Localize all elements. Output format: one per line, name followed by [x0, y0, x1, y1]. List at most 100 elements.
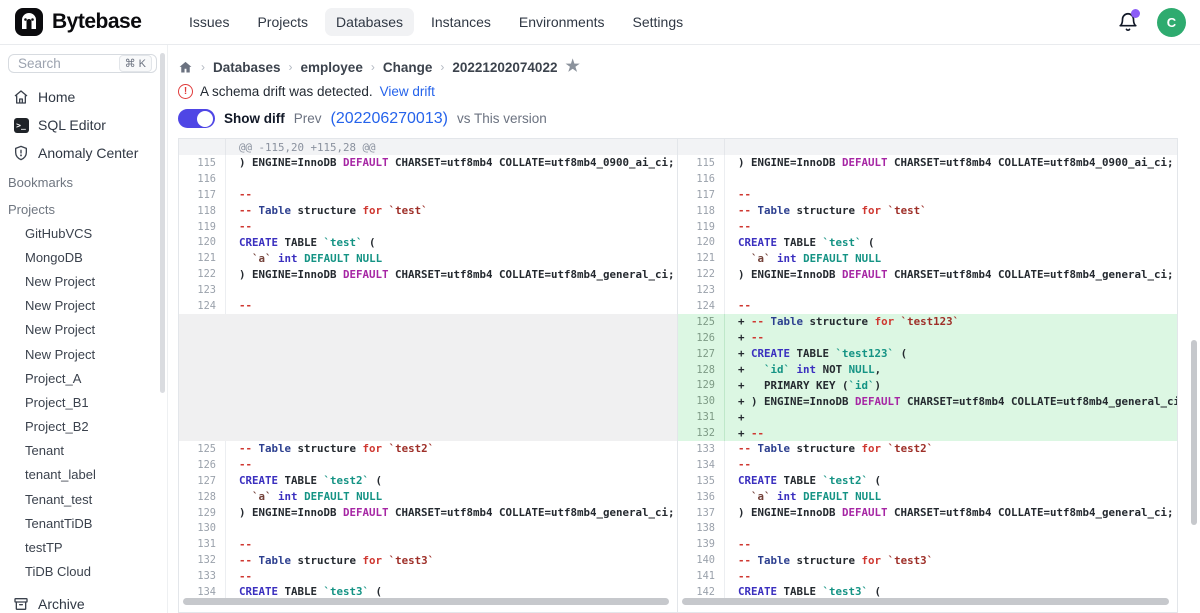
- line-number: 116: [179, 173, 225, 185]
- diff-code-row: 133-- Table structure for `test2`: [678, 441, 1177, 457]
- sidebar-project-item[interactable]: Project_B1: [0, 390, 167, 414]
- line-number: 123: [678, 284, 724, 296]
- search-kbd-shortcut: ⌘ K: [119, 55, 152, 72]
- code-line: ) ENGINE=InnoDB DEFAULT CHARSET=utf8mb4 …: [225, 505, 677, 521]
- code-line: --: [225, 219, 677, 235]
- topnav-item-projects[interactable]: Projects: [246, 8, 319, 36]
- line-number: 132: [179, 554, 225, 566]
- notification-bell-icon[interactable]: [1117, 11, 1139, 33]
- code-line: [225, 171, 677, 187]
- code-line: `a` int DEFAULT NULL: [225, 489, 677, 505]
- line-number: 116: [678, 173, 724, 185]
- sidebar-section-bookmarks[interactable]: Bookmarks: [0, 167, 167, 194]
- bookmark-star-icon[interactable]: ★: [565, 59, 579, 75]
- line-number: 136: [678, 491, 724, 503]
- line-number: 140: [678, 554, 724, 566]
- diff-code-row: 123: [179, 282, 677, 298]
- sidebar-section-projects[interactable]: Projects: [0, 194, 167, 221]
- code-line: + -- Table structure for `test123`: [724, 314, 1177, 330]
- line-number: 119: [678, 221, 724, 233]
- diff-code-row: 115) ENGINE=InnoDB DEFAULT CHARSET=utf8m…: [678, 155, 1177, 171]
- sidebar-project-item[interactable]: New Project: [0, 294, 167, 318]
- archive-icon: [13, 596, 29, 612]
- line-number: 129: [678, 379, 724, 391]
- diff-hunk-row: [678, 139, 1177, 155]
- sidebar-project-item[interactable]: TiDB Cloud: [0, 560, 167, 584]
- code-line: + --: [724, 425, 1177, 441]
- view-drift-link[interactable]: View drift: [380, 84, 435, 99]
- topnav-item-environments[interactable]: Environments: [508, 8, 616, 36]
- diff-code-row: 119--: [179, 219, 677, 235]
- line-number: 118: [179, 205, 225, 217]
- diff-code-row: 117--: [179, 187, 677, 203]
- sidebar-project-item[interactable]: Project_A: [0, 366, 167, 390]
- diff-code-row: 129+ PRIMARY KEY (`id`): [678, 377, 1177, 393]
- code-line: +: [724, 409, 1177, 425]
- sidebar-scrollbar[interactable]: [160, 53, 165, 393]
- line-number: 131: [179, 538, 225, 550]
- top-navigation-bar: Bytebase IssuesProjectsDatabasesInstance…: [0, 0, 1200, 45]
- sidebar-project-item[interactable]: TenantTiDB: [0, 511, 167, 535]
- topnav-item-settings[interactable]: Settings: [622, 8, 695, 36]
- line-number: 122: [179, 268, 225, 280]
- sidebar-project-item[interactable]: New Project: [0, 342, 167, 366]
- diff-code-row: 122) ENGINE=InnoDB DEFAULT CHARSET=utf8m…: [678, 266, 1177, 282]
- breadcrumb-item-change[interactable]: Change: [383, 60, 433, 75]
- code-line: [179, 425, 677, 441]
- bytebase-app: Bytebase IssuesProjectsDatabasesInstance…: [0, 0, 1200, 613]
- sidebar-project-item[interactable]: GitHubVCS: [0, 221, 167, 245]
- code-line: -- Table structure for `test3`: [724, 552, 1177, 568]
- topnav-item-instances[interactable]: Instances: [420, 8, 502, 36]
- line-number: 121: [179, 252, 225, 264]
- horizontal-scrollbar-right[interactable]: [682, 598, 1169, 605]
- code-line: ) ENGINE=InnoDB DEFAULT CHARSET=utf8mb4 …: [724, 505, 1177, 521]
- code-line: -- Table structure for `test2`: [225, 441, 677, 457]
- breadcrumb-home-icon[interactable]: [178, 60, 193, 75]
- code-line: + --: [724, 330, 1177, 346]
- diff-code-row: 123: [678, 282, 1177, 298]
- sidebar-project-item[interactable]: Tenant: [0, 439, 167, 463]
- show-diff-toggle[interactable]: [178, 109, 215, 128]
- diff-code-row: 133--: [179, 568, 677, 584]
- breadcrumb-separator: ›: [371, 60, 375, 74]
- line-number: 125: [179, 443, 225, 455]
- code-line: -- Table structure for `test2`: [724, 441, 1177, 457]
- sidebar-item-anomaly-center[interactable]: Anomaly Center: [0, 139, 167, 167]
- breadcrumb-item-version[interactable]: 20221202074022: [452, 60, 557, 75]
- sidebar-item-sql-editor[interactable]: >_ SQL Editor: [0, 111, 167, 139]
- sidebar-project-item[interactable]: MongoDB: [0, 245, 167, 269]
- sidebar-project-item[interactable]: tenant_label: [0, 463, 167, 487]
- diff-code-row: 120CREATE TABLE `test` (: [179, 234, 677, 250]
- topnav-item-issues[interactable]: Issues: [178, 8, 240, 36]
- line-number: 135: [678, 475, 724, 487]
- diff-code-row: 116: [179, 171, 677, 187]
- code-line: --: [724, 536, 1177, 552]
- bytebase-logo[interactable]: Bytebase: [14, 7, 178, 37]
- sidebar-project-item[interactable]: Tenant_test: [0, 487, 167, 511]
- code-line: [179, 377, 677, 393]
- user-avatar[interactable]: C: [1157, 8, 1186, 37]
- diff-code-row: 118-- Table structure for `test`: [678, 203, 1177, 219]
- search-input[interactable]: Search ⌘ K: [8, 54, 157, 73]
- sidebar-item-archive[interactable]: Archive: [0, 590, 167, 613]
- diff-toolbar: Show diff Prev (202206270013) vs This ve…: [178, 109, 1178, 128]
- horizontal-scrollbar-left[interactable]: [183, 598, 669, 605]
- code-line: --: [225, 457, 677, 473]
- breadcrumb-item-employee[interactable]: employee: [301, 60, 363, 75]
- code-line: [179, 362, 677, 378]
- sidebar-project-item[interactable]: Project_B2: [0, 415, 167, 439]
- topnav-item-databases[interactable]: Databases: [325, 8, 414, 36]
- sidebar-item-label: Anomaly Center: [38, 145, 138, 161]
- sidebar-project-item[interactable]: New Project: [0, 269, 167, 293]
- diff-code-row: 140-- Table structure for `test3`: [678, 552, 1177, 568]
- prev-version-link[interactable]: (202206270013): [331, 110, 448, 128]
- diff-hunk-row: @@ -115,20 +115,28 @@: [179, 139, 677, 155]
- sidebar-project-item[interactable]: testTP: [0, 535, 167, 559]
- alert-text: A schema drift was detected.: [200, 84, 373, 99]
- sidebar-project-item[interactable]: New Project: [0, 318, 167, 342]
- vertical-scrollbar[interactable]: [1191, 340, 1197, 525]
- line-number: 134: [678, 459, 724, 471]
- code-line: `a` int DEFAULT NULL: [225, 250, 677, 266]
- breadcrumb-item-databases[interactable]: Databases: [213, 60, 281, 75]
- sidebar-item-home[interactable]: Home: [0, 83, 167, 111]
